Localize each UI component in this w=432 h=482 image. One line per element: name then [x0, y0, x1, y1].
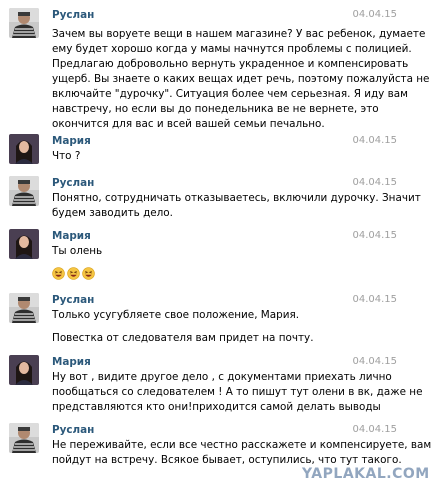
message-date: 04.04.15 [352, 356, 397, 367]
message-text-line: Предлагаю добровольно вернуть украденное… [52, 58, 409, 70]
author-name[interactable]: Руслан [52, 176, 94, 190]
author-name[interactable]: Мария [52, 134, 91, 148]
site-watermark: YAPLAKAL.COM [302, 466, 430, 482]
message-text-line: ему будет хорошо когда у мамы начнутся п… [52, 43, 412, 55]
maria-avatar[interactable] [9, 355, 39, 385]
laughing-face-icon [52, 267, 65, 280]
message-text-line: Что ? [52, 150, 81, 162]
maria-avatar[interactable] [9, 134, 39, 164]
author-name[interactable]: Мария [52, 229, 91, 243]
message-date: 04.04.15 [352, 177, 397, 188]
ruslan-avatar[interactable] [9, 176, 39, 206]
message-text-line: Ты олень [52, 245, 103, 257]
message-text-line: окончится для вас и всей вашей семьи печ… [52, 118, 325, 130]
maria-avatar[interactable] [9, 229, 39, 259]
laughing-face-icon [82, 267, 95, 280]
ruslan-avatar[interactable] [9, 293, 39, 323]
author-name[interactable]: Мария [52, 355, 91, 369]
message-date: 04.04.15 [352, 230, 397, 241]
author-name[interactable]: Руслан [52, 293, 94, 307]
message-text-line: навстречу, но если вы до понедельника ве… [52, 103, 379, 115]
message-text-line: представляются кто они!приходится самой … [52, 401, 381, 413]
ruslan-avatar[interactable] [9, 423, 39, 453]
message-text-line: Понятно, сотрудничать отказываетесь, вкл… [52, 192, 421, 204]
laughing-face-icon [67, 267, 80, 280]
message-date: 04.04.15 [352, 135, 397, 146]
message-text-line: Зачем вы воруете вещи в нашем магазине? … [52, 28, 426, 40]
message-text-line: ущерб. Вы знаете о каких вещах идет речь… [52, 73, 430, 85]
message-text-line: пообщаться со следователем ! А то пишут … [52, 386, 423, 398]
author-name[interactable]: Руслан [52, 8, 94, 22]
message-text-line: Повестка от следователя вам придет на по… [52, 332, 314, 344]
message-date: 04.04.15 [352, 294, 397, 305]
message-text-line: Не переживайте, если все честно расскаже… [52, 439, 432, 451]
message-text-line: Ну вот , видите другое дело , с документ… [52, 371, 392, 383]
message-text-line: будем заводить дело. [52, 207, 173, 219]
message-date: 04.04.15 [352, 9, 397, 20]
emoji-row [52, 267, 95, 280]
message-text-line: Только усугубляете свое положение, Мария… [52, 309, 300, 321]
ruslan-avatar[interactable] [9, 8, 39, 38]
author-name[interactable]: Руслан [52, 423, 94, 437]
message-date: 04.04.15 [352, 424, 397, 435]
message-text-line: включайте "дурочку". Ситуация более чем … [52, 88, 408, 100]
